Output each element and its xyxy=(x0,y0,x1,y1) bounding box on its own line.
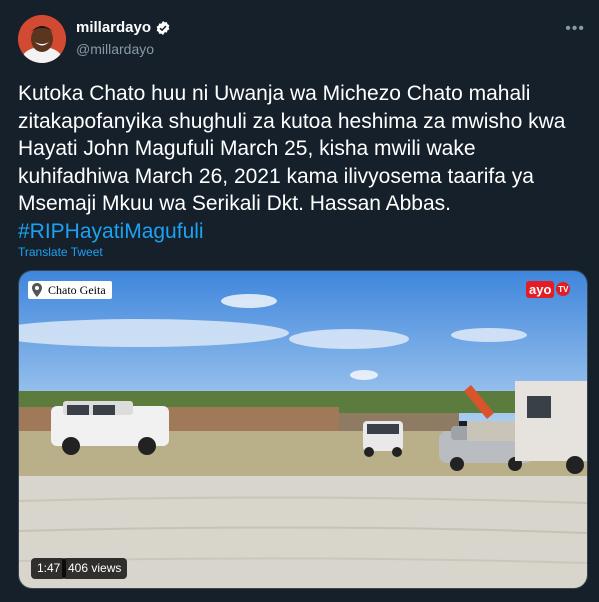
logo-text: ayo xyxy=(526,280,555,298)
location-label: Chato Geita xyxy=(48,282,106,297)
tweet-body: Kutoka Chato huu ni Uwanja wa Michezo Ch… xyxy=(18,82,566,215)
display-name[interactable]: millardayo xyxy=(76,19,151,36)
logo-tv: TV xyxy=(556,282,571,296)
author-name-row[interactable]: millardayo xyxy=(76,19,171,36)
video-player[interactable] xyxy=(18,270,588,589)
more-icon[interactable]: ••• xyxy=(565,20,585,38)
video-frame xyxy=(19,271,587,588)
avatar-image xyxy=(18,15,66,63)
hashtag-link[interactable]: #RIPHayatiMagufuli xyxy=(18,220,204,243)
handle[interactable]: @millardayo xyxy=(76,41,154,57)
tweet-text: Kutoka Chato huu ni Uwanja wa Michezo Ch… xyxy=(18,80,586,245)
pin-icon xyxy=(32,283,42,297)
translate-tweet-link[interactable]: Translate Tweet xyxy=(18,245,103,259)
verified-icon xyxy=(156,20,170,35)
ayo-tv-logo: ayo TV xyxy=(526,280,571,298)
avatar[interactable] xyxy=(18,15,66,63)
location-tag: Chato Geita xyxy=(28,281,112,299)
tweet-card: millardayo @millardayo ••• Kutoka Chato … xyxy=(0,0,599,602)
video-views-badge: 406 views xyxy=(62,558,128,579)
